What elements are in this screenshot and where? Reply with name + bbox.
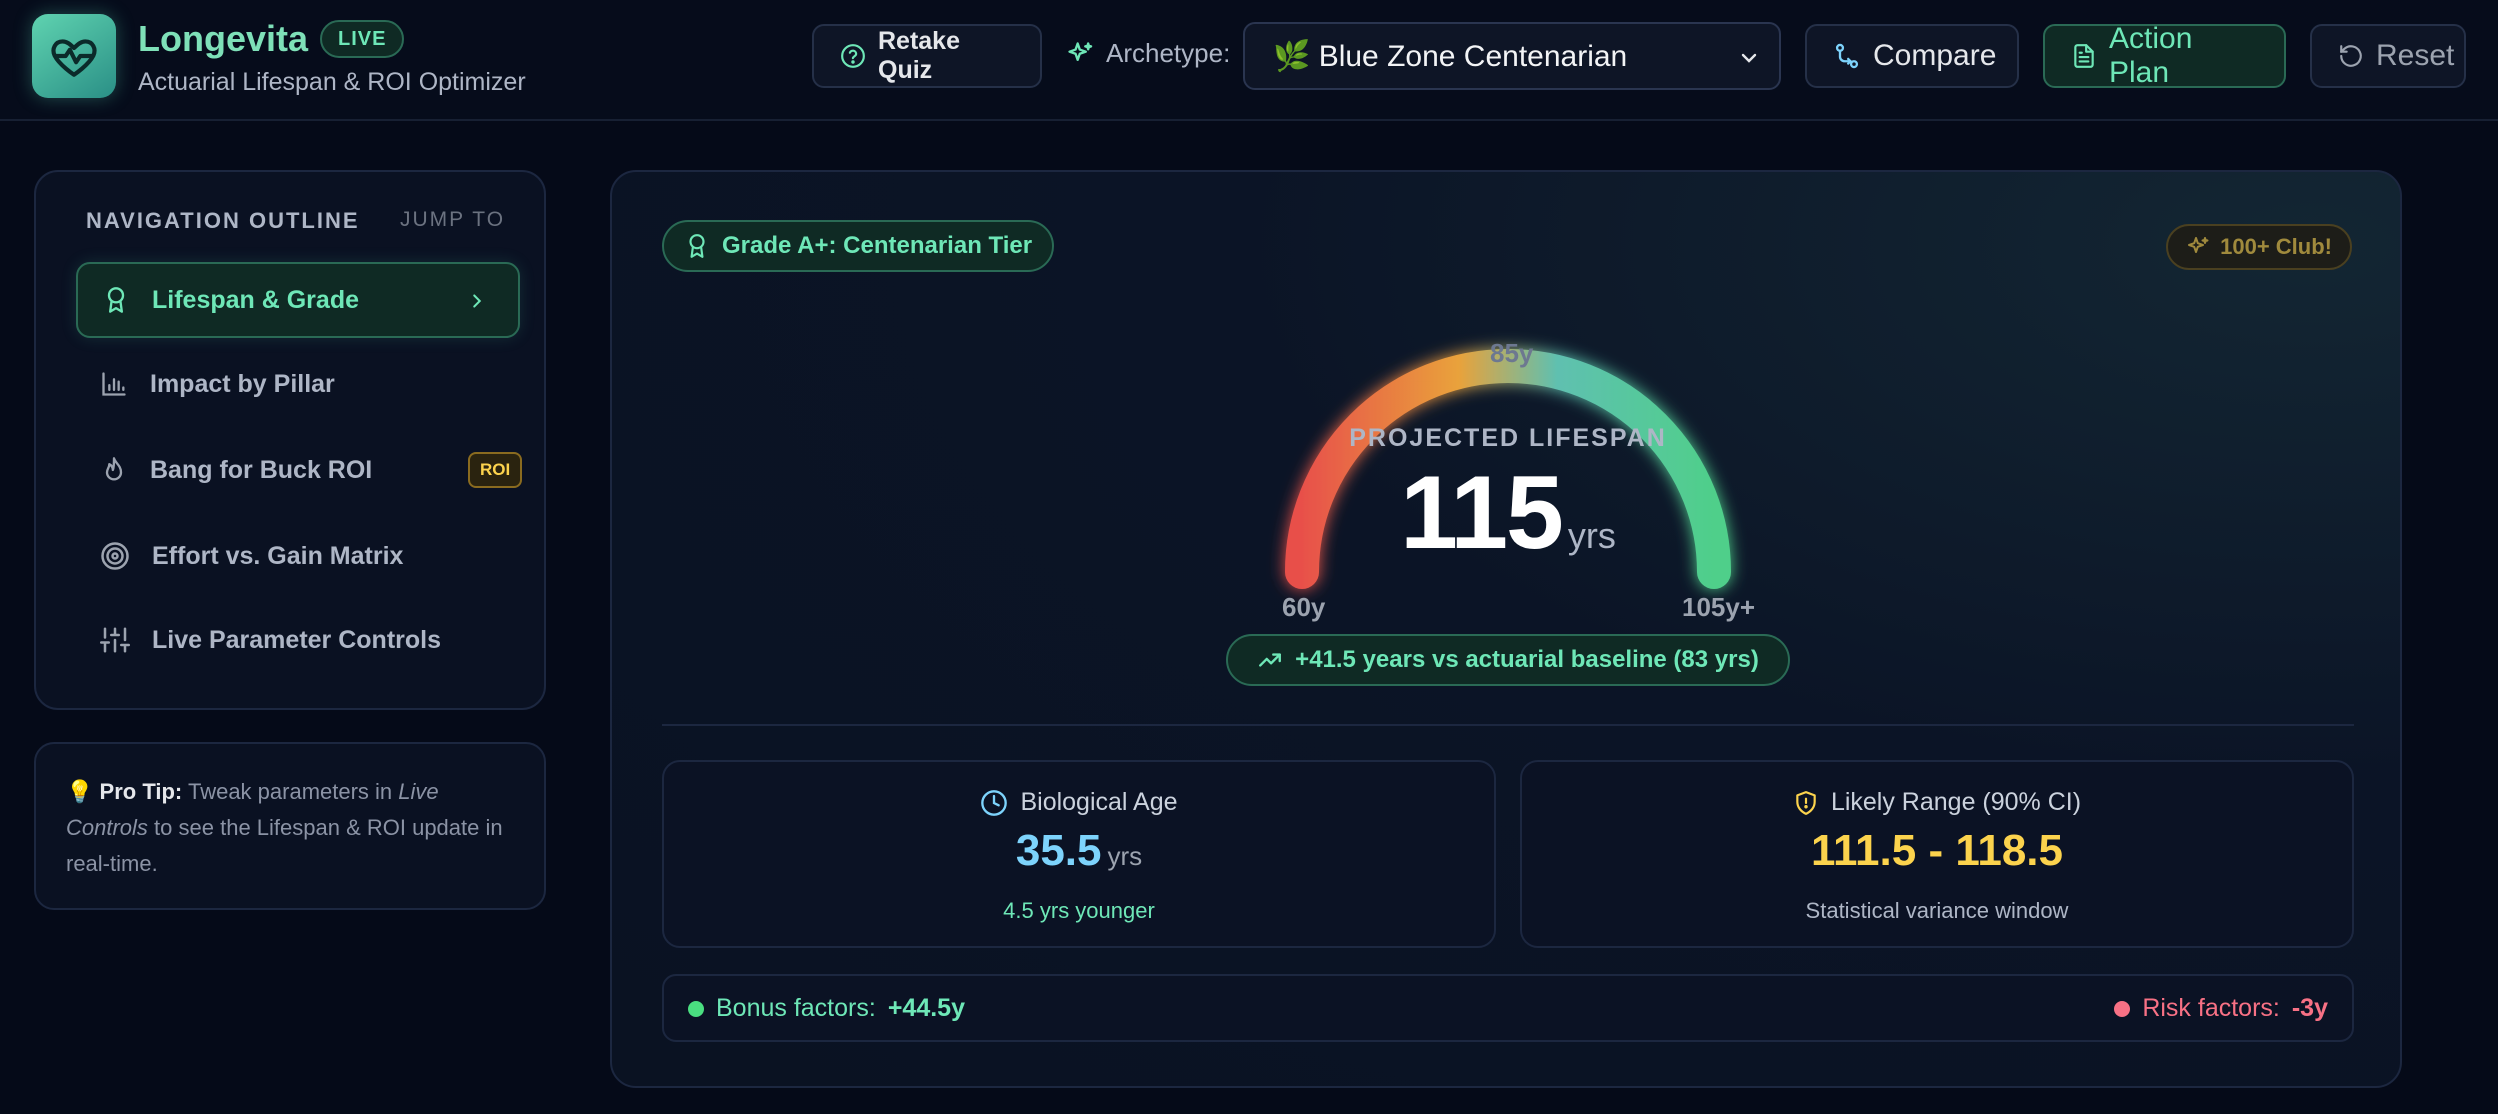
bar-chart-icon (102, 372, 126, 396)
bonus-dot-icon (688, 1000, 704, 1017)
chevron-right-icon (473, 294, 482, 308)
sparkles-icon (2188, 237, 2209, 253)
grade-badge: Grade A+: Centenarian Tier (662, 220, 1055, 272)
range-value-group: 111.5 - 118.5 (1522, 826, 2352, 876)
file-text-icon (2074, 44, 2094, 68)
nav-item-live-controls[interactable]: Live Parameter Controls (76, 602, 520, 678)
action-plan-button[interactable]: Action Plan (2043, 22, 2286, 89)
nav-item-bang-for-buck[interactable]: Bang for Buck ROI ROI (76, 432, 523, 508)
divider (662, 724, 2354, 726)
archetype-value: 🌿 Blue Zone Centenarian (1273, 39, 1628, 73)
lightbulb-icon: 💡 (66, 779, 94, 804)
bio-age-header: Biological Age (664, 788, 1494, 817)
baseline-pill: +41.5 years vs actuarial baseline (83 yr… (1226, 634, 1790, 686)
lifespan-grade-card: Grade A+: Centenarian Tier 100+ Club! 85… (610, 170, 2402, 1088)
nav-title: NAVIGATION OUTLINE (86, 208, 360, 233)
nav-item-lifespan-grade[interactable]: Lifespan & Grade (76, 262, 520, 338)
live-badge: LIVE (320, 20, 405, 58)
risk-factors: Risk factors: -3y (2114, 994, 2328, 1023)
tip-label: Pro Tip: (99, 779, 183, 804)
action-plan-label: Action Plan (2109, 22, 2193, 89)
nav-jump-label: JUMP TO (400, 208, 506, 231)
help-circle-icon (841, 44, 865, 68)
bio-age-note: 4.5 yrs younger (1003, 898, 1155, 923)
rotate-ccw-icon (2340, 45, 2362, 67)
tip-text-a: Tweak parameters in (187, 779, 393, 804)
bonus-value: +44.5y (887, 994, 965, 1022)
gauge-caption: PROJECTED LIFESPAN (1349, 424, 1667, 452)
nav-item-effort-gain[interactable]: Effort vs. Gain Matrix (76, 518, 520, 594)
sliders-icon (100, 627, 130, 653)
nav-item-label: Impact by Pillar (150, 369, 335, 398)
range-value: 111.5 - 118.5 (1810, 826, 2064, 875)
nav-item-label: Live Parameter Controls (152, 625, 441, 654)
retake-quiz-label: Retake Quiz (878, 27, 960, 84)
chevron-down-icon (1741, 53, 1757, 63)
bio-age-title: Biological Age (1020, 788, 1178, 816)
range-header: Likely Range (90% CI) (1522, 788, 2352, 817)
risk-label: Risk factors: (2142, 994, 2280, 1022)
nav-item-label: Bang for Buck ROI (150, 455, 373, 484)
lifespan-number: 115 (1400, 455, 1564, 571)
compare-button[interactable]: Compare (1805, 24, 2019, 88)
git-compare-icon (1835, 43, 1859, 69)
flame-icon (105, 457, 123, 481)
nav-item-label: Lifespan & Grade (152, 285, 359, 314)
bonus-factors: Bonus factors: +44.5y (688, 994, 965, 1023)
roi-tag: ROI (468, 452, 523, 488)
baseline-text: +41.5 years vs actuarial baseline (83 yr… (1295, 646, 1759, 673)
grade-label: Grade A+: Centenarian Tier (722, 232, 1033, 259)
navigation-outline-panel: NAVIGATION OUTLINE JUMP TO Lifespan & Gr… (34, 170, 546, 710)
brand-name: Longevita (138, 18, 309, 59)
brand-subtitle: Actuarial Lifespan & ROI Optimizer (138, 68, 526, 96)
nav-item-impact-by-pillar[interactable]: Impact by Pillar (76, 346, 520, 422)
nav-item-label: Effort vs. Gain Matrix (152, 541, 404, 570)
biological-age-card: Biological Age 35.5 yrs 4.5 yrs younger (662, 760, 1496, 948)
sparkles-icon (1068, 41, 1093, 61)
shield-alert-icon (1796, 790, 1816, 815)
reset-label: Reset (2376, 39, 2455, 72)
award-icon (107, 287, 125, 313)
archetype-select[interactable]: 🌿 Blue Zone Centenarian (1243, 22, 1781, 90)
bonus-label: Bonus factors: (716, 994, 876, 1022)
risk-value: -3y (2291, 994, 2328, 1022)
award-icon (689, 234, 705, 258)
risk-dot-icon (2114, 1000, 2131, 1017)
factors-bar: Bonus factors: +44.5y Risk factors: -3y (662, 974, 2354, 1042)
club-badge: 100+ Club! (2166, 224, 2352, 270)
likely-range-card: Likely Range (90% CI) 111.5 - 118.5 Stat… (1520, 760, 2354, 948)
lifespan-value: 115 yrs (612, 454, 2404, 573)
archetype-label: Archetype: (1106, 38, 1231, 68)
app-header: Longevita LIVE Actuarial Lifespan & ROI … (0, 0, 2498, 121)
pro-tip-panel: 💡 Pro Tip: Tweak parameters in Live Cont… (34, 742, 546, 910)
clock-icon (981, 789, 1008, 816)
lifespan-unit: yrs (1567, 515, 1616, 556)
bio-age-unit: yrs (1107, 841, 1143, 871)
bio-age-value: 35.5 (1015, 826, 1102, 875)
range-title: Likely Range (90% CI) (1830, 788, 2082, 816)
target-icon (101, 542, 129, 570)
bio-age-value-group: 35.5 yrs (664, 826, 1494, 876)
trending-up-icon (1259, 653, 1282, 667)
retake-quiz-button[interactable]: Retake Quiz (812, 24, 1042, 88)
logo-heart-icon (32, 14, 116, 98)
reset-button[interactable]: Reset (2310, 24, 2466, 88)
archetype-label-group: Archetype: (1066, 38, 1230, 69)
club-label: 100+ Club! (2220, 234, 2332, 259)
range-note: Statistical variance window (1805, 898, 2069, 923)
compare-label: Compare (1873, 39, 1997, 72)
gauge-max-label: 105y+ (1682, 592, 1756, 622)
gauge-min-label: 60y (1282, 592, 1326, 622)
gauge-mid-label: 85y (1490, 338, 1534, 368)
